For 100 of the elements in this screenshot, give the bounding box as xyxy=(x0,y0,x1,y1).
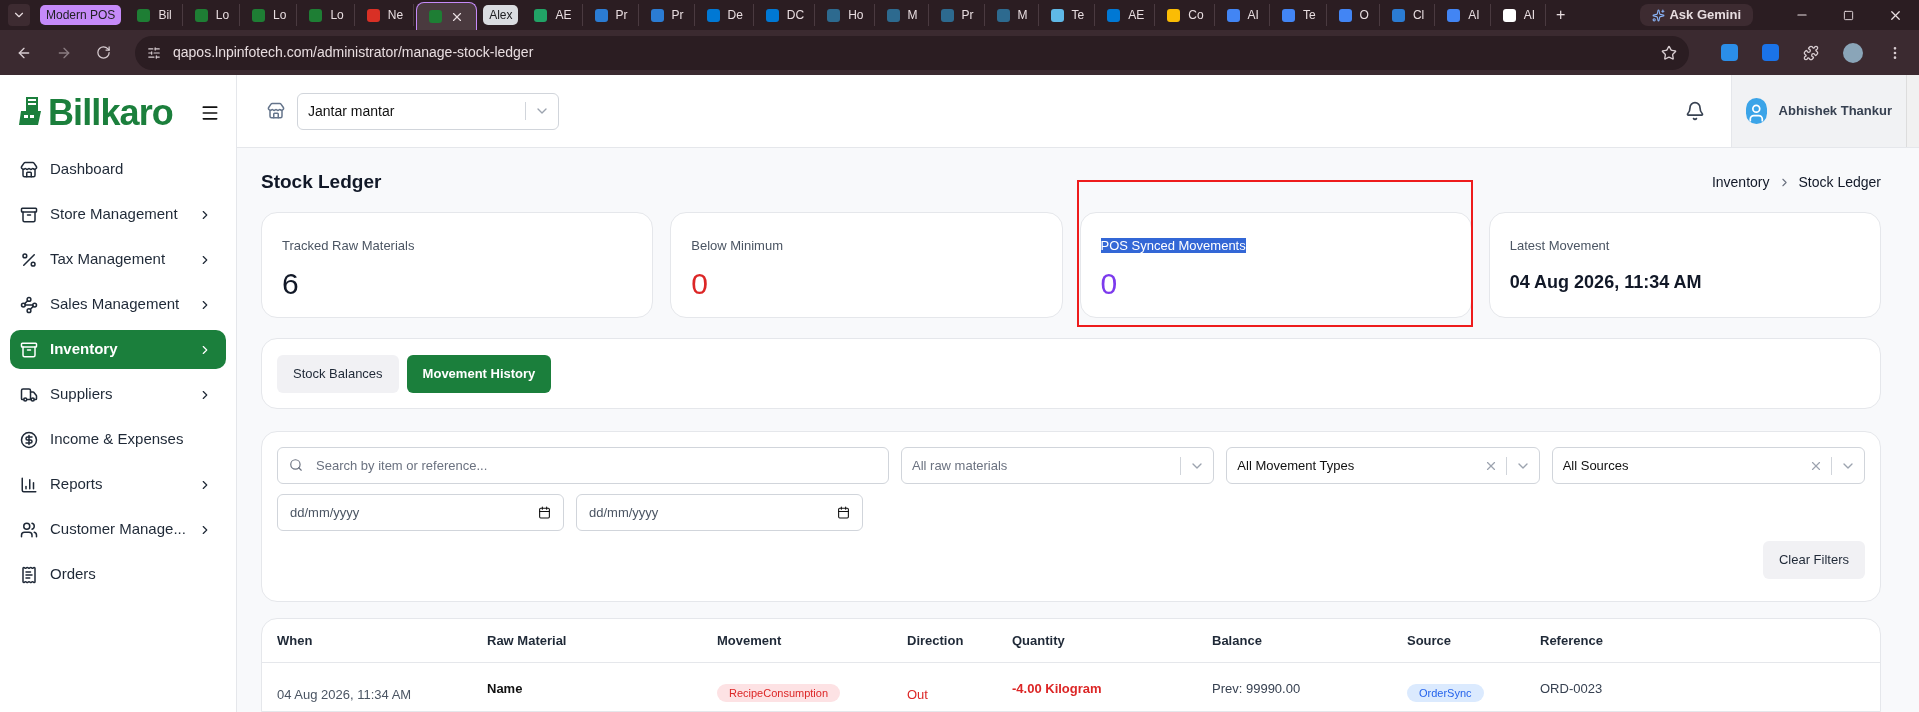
browser-tab[interactable]: Ho xyxy=(817,4,875,26)
browser-tab[interactable]: M xyxy=(986,4,1039,26)
nav-item[interactable]: Reports xyxy=(10,465,226,504)
date-placeholder: dd/mm/yyyy xyxy=(589,503,660,522)
browser-tab[interactable]: Cl xyxy=(1381,4,1436,26)
browser-tab[interactable]: AI xyxy=(1437,4,1491,26)
extension-icon[interactable] xyxy=(1721,44,1738,61)
nav-icon xyxy=(20,295,38,314)
bookmark-star-icon[interactable] xyxy=(1661,44,1677,61)
nav-item[interactable]: Orders xyxy=(10,555,226,594)
tab-title: Bil xyxy=(158,7,172,24)
table-cell-text: ORD-0023 xyxy=(1540,680,1604,698)
tab-title: Lo xyxy=(215,7,230,24)
filter-select[interactable]: All Sources xyxy=(1551,447,1865,484)
nav-item[interactable]: Store Management xyxy=(10,195,226,234)
column-header: Movement xyxy=(717,631,783,650)
tab-title: AE xyxy=(555,7,572,24)
tab-group-label[interactable]: Modern POS xyxy=(40,5,122,25)
filter-select[interactable]: All Movement Types xyxy=(1226,447,1540,484)
reload-icon[interactable] xyxy=(96,45,111,60)
select-value: Jantar mantar xyxy=(308,101,396,121)
tab-title: Lo xyxy=(273,7,287,24)
nav-icon xyxy=(20,520,38,539)
sparkle-icon xyxy=(1652,8,1666,22)
tab-title: Ne xyxy=(387,7,404,24)
tab-group-label[interactable]: Alex xyxy=(483,5,519,25)
browser-tab[interactable]: Te xyxy=(1040,4,1096,26)
date-field[interactable]: dd/mm/yyyy xyxy=(576,494,863,531)
nav-label: Income & Expenses xyxy=(50,429,185,450)
nav-label: Customer Manage... xyxy=(50,519,186,540)
browser-tab[interactable]: De xyxy=(696,4,754,26)
breadcrumb-item[interactable]: Inventory xyxy=(1711,171,1770,193)
user-menu[interactable]: Abhishek Thankur xyxy=(1731,75,1906,147)
site-settings-icon[interactable] xyxy=(147,45,161,60)
nav-label: Store Management xyxy=(50,204,179,225)
view-tab[interactable]: Movement History xyxy=(406,354,552,393)
page-title: Stock Ledger xyxy=(261,169,382,194)
browser-tab[interactable]: Pr xyxy=(584,4,639,26)
ask-gemini-button[interactable]: Ask Gemini xyxy=(1640,4,1753,26)
nav-label: Suppliers xyxy=(50,384,114,405)
maximize-icon[interactable] xyxy=(1843,9,1854,21)
browser-tab[interactable]: AE xyxy=(524,4,583,26)
browser-tab[interactable] xyxy=(416,2,478,30)
browser-tab[interactable]: Lo xyxy=(242,4,298,26)
source-badge: OrderSync xyxy=(1407,684,1484,702)
tab-title: M xyxy=(907,7,918,24)
nav-label: Reports xyxy=(50,474,104,495)
nav-label: Tax Management xyxy=(50,249,167,270)
clear-filters-button[interactable]: Clear Filters xyxy=(1762,541,1865,579)
view-tab[interactable]: Stock Balances xyxy=(277,354,399,393)
breadcrumb-item: Stock Ledger xyxy=(1798,172,1881,192)
calendar-icon[interactable] xyxy=(837,506,850,519)
scrollbar[interactable] xyxy=(1906,75,1919,147)
nav-item[interactable]: Customer Manage... xyxy=(10,510,226,549)
user-name: Abhishek Thankur xyxy=(1778,102,1892,121)
store-icon xyxy=(267,102,285,120)
tab-title: AI xyxy=(1247,7,1259,24)
date-field[interactable]: dd/mm/yyyy xyxy=(277,494,564,531)
calendar-icon[interactable] xyxy=(538,506,551,519)
browser-tab[interactable]: AI xyxy=(1216,4,1270,26)
extensions-icon[interactable] xyxy=(1803,44,1819,61)
nav-item[interactable]: Dashboard xyxy=(10,150,226,189)
tab-title: AI xyxy=(1468,7,1480,24)
browser-tab[interactable]: Co xyxy=(1157,4,1215,26)
browser-tab[interactable]: O xyxy=(1328,4,1380,26)
tab-title: O xyxy=(1359,7,1369,24)
browser-tab[interactable]: Pr xyxy=(640,4,695,26)
browser-tab[interactable]: M xyxy=(876,4,929,26)
column-header: Quantity xyxy=(1012,631,1066,650)
nav-item[interactable]: Income & Expenses xyxy=(10,420,226,459)
nav-item[interactable]: Inventory xyxy=(10,330,226,369)
notification-bell-icon[interactable] xyxy=(1685,101,1705,121)
browser-tab[interactable]: Lo xyxy=(184,4,241,26)
tab-search-button[interactable] xyxy=(8,4,30,26)
address-bar[interactable]: qapos.lnpinfotech.com/administrator/manage-stock-ledger xyxy=(135,35,1689,70)
browser-tab[interactable]: Lo xyxy=(299,4,355,26)
column-header: Raw Material xyxy=(487,631,568,650)
browser-tab[interactable]: Te xyxy=(1271,4,1327,26)
profile-avatar[interactable] xyxy=(1843,42,1863,63)
tab-title: Pr xyxy=(615,7,628,24)
search-field[interactable]: Search by item or reference... xyxy=(277,447,889,484)
browser-tab[interactable]: Ne xyxy=(356,4,415,26)
browser-tab[interactable]: AI xyxy=(1492,4,1546,26)
stat-value: 0 xyxy=(1100,266,1119,302)
browser-tab[interactable]: AE xyxy=(1097,4,1156,26)
tab-title: Cl xyxy=(1412,7,1425,24)
new-tab-button[interactable]: + xyxy=(1548,3,1574,27)
browser-tab[interactable]: Bil xyxy=(127,4,183,26)
stat-label: Below Minimum xyxy=(691,238,783,253)
store-select[interactable]: Jantar mantar xyxy=(297,92,559,130)
nav-item[interactable]: Suppliers xyxy=(10,375,226,414)
browser-tab[interactable]: Pr xyxy=(930,4,985,26)
nav-icon xyxy=(20,340,38,359)
table-cell-text: Name xyxy=(487,680,524,698)
nav-item[interactable]: Tax Management xyxy=(10,240,226,279)
nav-item[interactable]: Sales Management xyxy=(10,285,226,324)
nav-icon xyxy=(20,160,38,179)
browser-tab[interactable]: DC xyxy=(755,4,816,26)
nav-icon xyxy=(20,205,38,224)
filter-select[interactable]: All raw materials xyxy=(901,447,1215,484)
